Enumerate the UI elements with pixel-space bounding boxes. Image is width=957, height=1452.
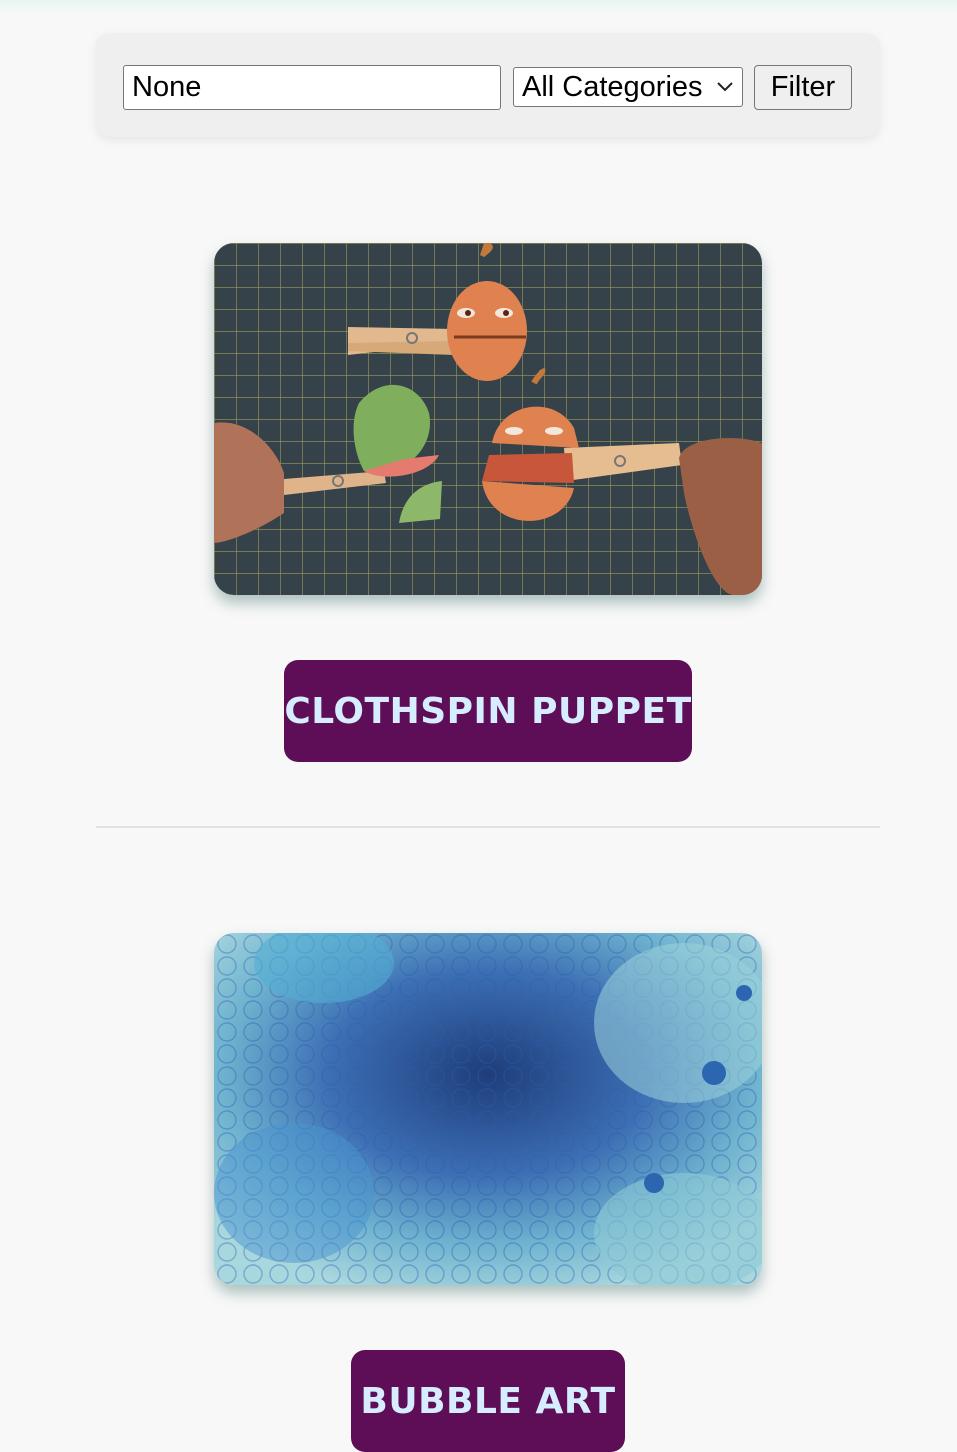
craft-title-button[interactable]: BUBBLE ART bbox=[351, 1350, 625, 1452]
filter-bar: All Categories Filter bbox=[96, 33, 880, 137]
clothespin-puppet-image[interactable] bbox=[214, 243, 762, 595]
category-select[interactable]: All Categories bbox=[513, 67, 743, 107]
section-divider bbox=[96, 826, 880, 828]
craft-title-button[interactable]: CLOTHSPIN PUPPET bbox=[284, 660, 692, 762]
top-glow bbox=[0, 0, 957, 14]
chevron-down-icon bbox=[716, 81, 734, 93]
bubble-art-image[interactable] bbox=[214, 933, 762, 1285]
category-select-value: All Categories bbox=[522, 70, 703, 103]
search-input[interactable] bbox=[123, 65, 501, 110]
filter-button[interactable]: Filter bbox=[754, 65, 852, 110]
